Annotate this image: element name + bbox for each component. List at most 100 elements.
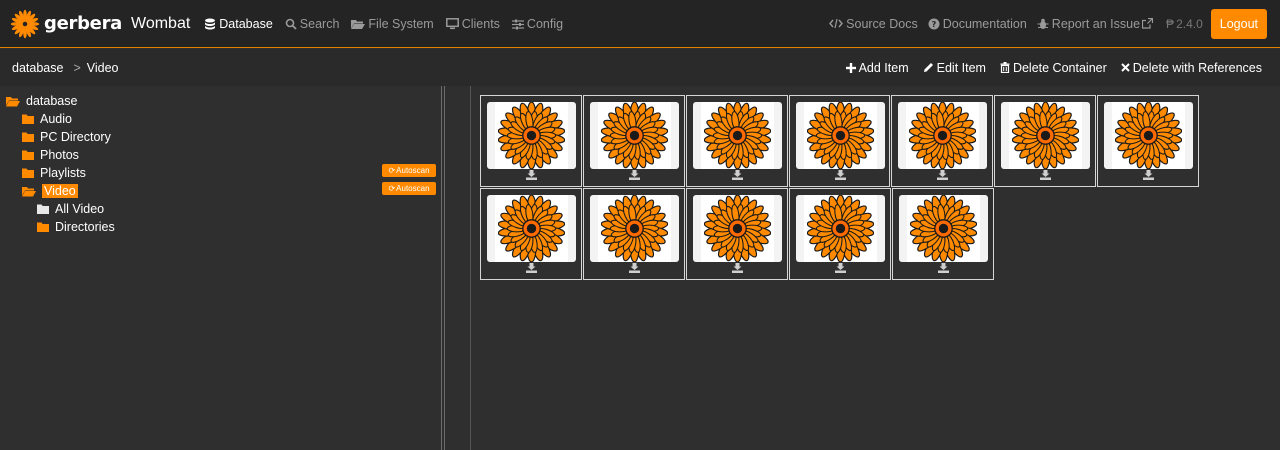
tree-item-label: Directories	[55, 220, 115, 234]
download-icon[interactable]	[731, 170, 743, 180]
folder-icon	[37, 222, 49, 232]
tree-item-pc-directory[interactable]: PC Directory	[22, 129, 111, 145]
autoscan-badge-playlists[interactable]: ⟳ Autoscan	[382, 164, 436, 177]
item-thumbnail[interactable]	[898, 102, 988, 169]
download-icon[interactable]	[938, 263, 949, 273]
nav-documentation[interactable]: ? Documentation	[928, 17, 1027, 31]
delete-with-references-button[interactable]: Delete with References	[1121, 61, 1262, 75]
download-icon[interactable]	[526, 170, 537, 180]
tree-item-label: Photos	[40, 148, 79, 162]
nav-report-issue[interactable]: Report an Issue	[1037, 17, 1156, 31]
edit-item-label: Edit Item	[936, 60, 986, 75]
tree-item-directories[interactable]: Directories	[37, 219, 115, 235]
video-item[interactable]	[891, 95, 994, 187]
version-number: 2.4.0	[1176, 16, 1203, 31]
toolbar: database > Video Add Item Edit Item Dele…	[0, 49, 1280, 86]
video-item[interactable]	[480, 188, 582, 280]
item-thumbnail[interactable]	[487, 102, 576, 169]
top-navbar: gerbera Wombat Database Search File Syst…	[0, 0, 1280, 48]
download-icon[interactable]	[732, 263, 743, 273]
item-grid	[480, 95, 1200, 281]
folder-open-icon	[22, 186, 36, 196]
nav-config[interactable]: Config	[511, 16, 564, 31]
brand-name: gerbera	[44, 13, 122, 34]
video-item[interactable]	[480, 95, 582, 187]
folder-icon	[22, 150, 34, 160]
tree-item-label: Video	[42, 184, 78, 198]
item-thumbnail[interactable]	[1104, 102, 1194, 169]
breadcrumb-current: Video	[86, 60, 119, 75]
nav-config-label: Config	[526, 16, 564, 31]
gerbera-flower-icon	[601, 195, 668, 262]
svg-text:?: ?	[931, 20, 936, 29]
video-item[interactable]	[686, 188, 788, 280]
gerbera-flower-icon	[703, 102, 771, 169]
nav-search-label: Search	[299, 16, 340, 31]
item-grid-row	[480, 188, 1200, 281]
plus-icon	[845, 62, 856, 73]
tree-item-all-video[interactable]: All Video	[37, 201, 104, 217]
monitor-icon	[445, 17, 459, 29]
gerbera-flower-icon	[910, 195, 977, 262]
code-icon	[829, 18, 844, 29]
delete-container-button[interactable]: Delete Container	[1000, 61, 1107, 75]
folder-icon	[22, 114, 34, 124]
download-icon[interactable]	[834, 170, 846, 180]
item-thumbnail[interactable]	[693, 195, 782, 262]
item-thumbnail[interactable]	[590, 195, 679, 262]
download-icon[interactable]	[1040, 170, 1052, 180]
times-icon	[1121, 63, 1130, 72]
pencil-icon	[923, 63, 933, 72]
item-thumbnail[interactable]	[795, 102, 885, 169]
external-link-icon	[1142, 18, 1154, 29]
video-item[interactable]	[1097, 95, 1200, 187]
video-item[interactable]	[994, 95, 1097, 187]
download-icon[interactable]	[937, 170, 949, 180]
refresh-icon: ⟳	[388, 166, 396, 175]
tree-item-photos[interactable]: Photos	[22, 147, 79, 163]
tree-item-playlists[interactable]: Playlists	[22, 165, 86, 181]
item-thumbnail[interactable]	[692, 102, 782, 169]
tree-item-database[interactable]: database	[6, 93, 77, 109]
folder-icon	[37, 204, 49, 214]
video-item[interactable]	[789, 188, 891, 280]
breadcrumb: database > Video	[12, 61, 119, 75]
bug-icon	[1037, 18, 1049, 29]
pane-splitter-edge	[444, 86, 445, 450]
tree-item-video[interactable]: Video	[22, 183, 78, 199]
nav-database[interactable]: Database	[204, 17, 273, 31]
download-icon[interactable]	[1143, 170, 1155, 180]
download-icon[interactable]	[835, 263, 846, 273]
download-icon[interactable]	[629, 263, 640, 273]
item-thumbnail[interactable]	[589, 102, 679, 169]
nav-report-issue-label: Report an Issue	[1051, 16, 1141, 31]
version-prefix-icon: ₱	[1166, 16, 1175, 31]
video-item[interactable]	[788, 95, 891, 187]
video-item[interactable]	[583, 188, 685, 280]
folder-open-icon	[351, 19, 366, 29]
breadcrumb-root[interactable]: database	[12, 61, 63, 75]
item-thumbnail[interactable]	[796, 195, 885, 262]
pane-splitter[interactable]	[441, 86, 442, 450]
video-item[interactable]	[892, 188, 994, 280]
item-thumbnail[interactable]	[1001, 102, 1091, 169]
video-item[interactable]	[582, 95, 685, 187]
logout-button[interactable]: Logout	[1210, 8, 1267, 39]
nav-clients[interactable]: Clients	[445, 17, 500, 31]
item-thumbnail[interactable]	[899, 195, 988, 262]
nav-file-system[interactable]: File System	[351, 17, 434, 31]
edit-item-button[interactable]: Edit Item	[923, 61, 986, 75]
nav-search[interactable]: Search	[285, 16, 340, 31]
folder-icon	[22, 132, 34, 142]
video-item[interactable]	[685, 95, 788, 187]
nav-source-docs[interactable]: Source Docs	[829, 17, 918, 31]
item-thumbnail[interactable]	[487, 195, 576, 262]
gerbera-flower-icon	[909, 102, 977, 169]
download-icon[interactable]	[526, 263, 537, 273]
content-divider	[470, 86, 471, 450]
download-icon[interactable]	[628, 170, 640, 180]
tree-item-audio[interactable]: Audio	[22, 111, 72, 127]
brand[interactable]: gerbera Wombat	[10, 9, 190, 39]
autoscan-badge-video[interactable]: ⟳ Autoscan	[382, 182, 436, 195]
add-item-button[interactable]: Add Item	[845, 61, 909, 75]
